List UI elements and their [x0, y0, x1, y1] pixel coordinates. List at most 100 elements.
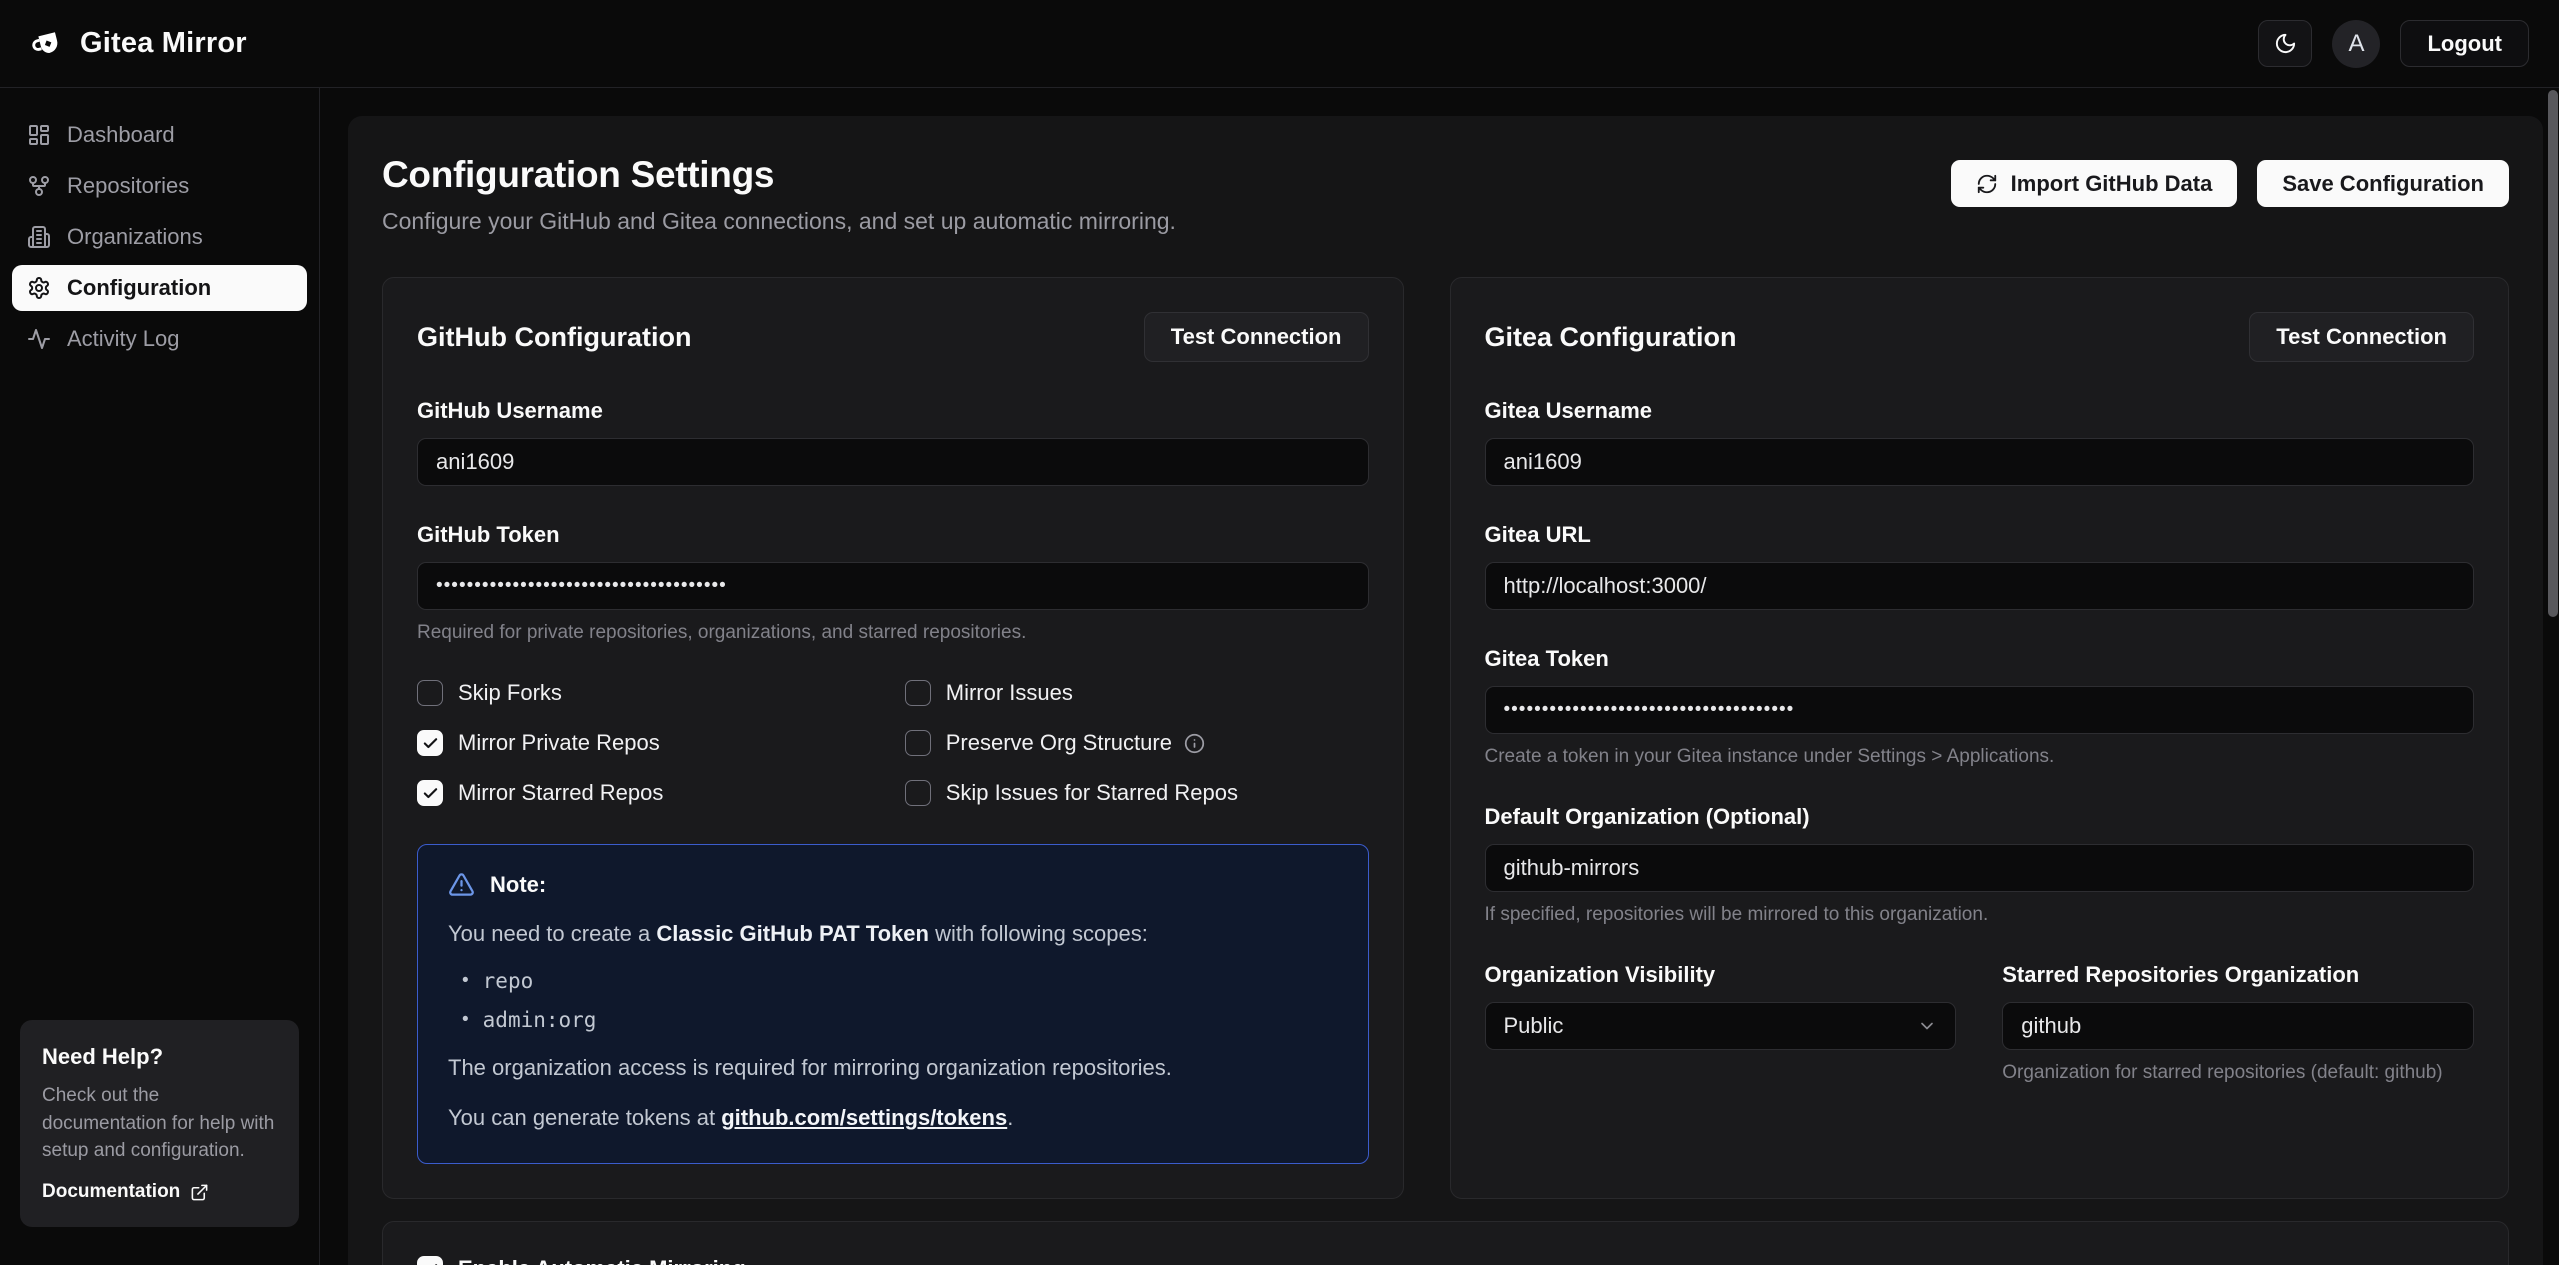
gitea-username-input[interactable]	[1485, 438, 2475, 486]
checkbox-box	[905, 730, 931, 756]
check-icon	[422, 1261, 439, 1265]
gitea-url-label: Gitea URL	[1485, 522, 2475, 548]
gitea-test-connection-button[interactable]: Test Connection	[2249, 312, 2474, 362]
gitea-url-input[interactable]	[1485, 562, 2475, 610]
help-title: Need Help?	[42, 1044, 277, 1070]
check-icon	[422, 785, 439, 802]
github-username-input[interactable]	[417, 438, 1369, 486]
top-bar: Gitea Mirror A Logout	[0, 0, 2559, 88]
sidebar-item-configuration[interactable]: Configuration	[12, 265, 307, 311]
vertical-scrollbar[interactable]	[2548, 90, 2558, 617]
sidebar-item-label: Configuration	[67, 275, 211, 301]
checkbox-mirror-starred-repos[interactable]: Mirror Starred Repos	[417, 780, 881, 806]
sidebar-item-repositories[interactable]: Repositories	[12, 163, 307, 209]
enable-automatic-mirroring-checkbox[interactable]: Enable Automatic Mirroring	[417, 1256, 2474, 1265]
theme-toggle-button[interactable]	[2258, 20, 2312, 67]
need-help-card: Need Help? Check out the documentation f…	[20, 1020, 299, 1227]
github-token-help: Required for private repositories, organ…	[417, 622, 1369, 644]
checkbox-skip-forks[interactable]: Skip Forks	[417, 680, 881, 706]
gitea-configuration-card: Gitea Configuration Test Connection Gite…	[1450, 277, 2510, 1199]
github-username-label: GitHub Username	[417, 398, 1369, 424]
sidebar: Dashboard Repositories Organizations Con…	[0, 88, 320, 1265]
checkbox-skip-issues-for-starred-repos[interactable]: Skip Issues for Starred Repos	[905, 780, 1369, 806]
gitea-token-help: Create a token in your Gitea instance un…	[1485, 746, 2475, 768]
help-body: Check out the documentation for help wit…	[42, 1082, 277, 1165]
sidebar-item-label: Repositories	[67, 173, 189, 199]
checkbox-mirror-issues[interactable]: Mirror Issues	[905, 680, 1369, 706]
gitea-token-input[interactable]	[1485, 686, 2475, 734]
gitea-token-label: Gitea Token	[1485, 646, 2475, 672]
organization-visibility-label: Organization Visibility	[1485, 962, 1957, 988]
default-organization-help: If specified, repositories will be mirro…	[1485, 904, 2475, 926]
checkbox-box	[417, 680, 443, 706]
external-link-icon	[190, 1183, 209, 1202]
note-title: Note:	[490, 872, 546, 898]
checkbox-mirror-private-repos[interactable]: Mirror Private Repos	[417, 730, 881, 756]
info-icon[interactable]	[1184, 733, 1205, 754]
page-subtitle: Configure your GitHub and Gitea connecti…	[382, 208, 1176, 235]
note-scope-item: •repo	[462, 969, 1338, 993]
sidebar-item-dashboard[interactable]: Dashboard	[12, 112, 307, 158]
moon-icon	[2274, 32, 2297, 55]
automatic-mirroring-card: Enable Automatic Mirroring Mirroring Int…	[382, 1221, 2509, 1265]
tokens-link[interactable]: github.com/settings/tokens	[721, 1105, 1007, 1130]
refresh-icon	[1976, 173, 1998, 195]
documentation-link-label: Documentation	[42, 1181, 180, 1203]
activity-icon	[27, 327, 51, 351]
building-icon	[27, 225, 51, 249]
github-configuration-card: GitHub Configuration Test Connection Git…	[382, 277, 1404, 1199]
pat-token-note: Note: You need to create a Classic GitHu…	[417, 844, 1369, 1164]
default-organization-label: Default Organization (Optional)	[1485, 804, 2475, 830]
note-scope-item: •admin:org	[462, 1008, 1338, 1032]
github-test-connection-button[interactable]: Test Connection	[1144, 312, 1369, 362]
checkbox-box	[417, 730, 443, 756]
sidebar-item-organizations[interactable]: Organizations	[12, 214, 307, 260]
chevron-down-icon	[1917, 1016, 1937, 1036]
github-options: Skip Forks Mirror Private Repos	[417, 680, 1369, 806]
note-intro: You need to create a Classic GitHub PAT …	[448, 919, 1338, 949]
organization-visibility-select[interactable]: Public	[1485, 1002, 1957, 1050]
organization-visibility-value: Public	[1504, 1013, 1564, 1039]
content-panel: Configuration Settings Configure your Gi…	[348, 116, 2543, 1265]
enable-automatic-mirroring-label: Enable Automatic Mirroring	[458, 1256, 746, 1265]
default-organization-input[interactable]	[1485, 844, 2475, 892]
starred-repositories-organization-input[interactable]	[2002, 1002, 2474, 1050]
checkbox-box	[905, 780, 931, 806]
github-token-input[interactable]	[417, 562, 1369, 610]
avatar-letter: A	[2348, 30, 2364, 58]
gitea-logo-icon	[30, 26, 66, 62]
checkbox-box	[905, 680, 931, 706]
gitea-username-label: Gitea Username	[1485, 398, 2475, 424]
import-github-data-button[interactable]: Import GitHub Data	[1951, 160, 2238, 207]
check-icon	[422, 735, 439, 752]
save-configuration-button[interactable]: Save Configuration	[2257, 160, 2509, 207]
note-scope-list: •repo •admin:org	[462, 969, 1338, 1032]
checkbox-preserve-org-structure[interactable]: Preserve Org Structure	[905, 730, 1369, 756]
avatar[interactable]: A	[2332, 20, 2380, 68]
note-line2: The organization access is required for …	[448, 1053, 1338, 1083]
github-token-label: GitHub Token	[417, 522, 1369, 548]
documentation-link[interactable]: Documentation	[42, 1181, 277, 1203]
logout-button[interactable]: Logout	[2400, 20, 2529, 67]
page-title: Configuration Settings	[382, 154, 1176, 196]
sidebar-item-label: Activity Log	[67, 326, 180, 352]
starred-repositories-organization-help: Organization for starred repositories (d…	[2002, 1062, 2474, 1084]
main-area: Configuration Settings Configure your Gi…	[320, 88, 2559, 1265]
github-card-title: GitHub Configuration	[417, 322, 691, 353]
sidebar-item-label: Organizations	[67, 224, 203, 250]
brand: Gitea Mirror	[30, 26, 247, 62]
alert-triangle-icon	[448, 871, 475, 898]
checkbox-box	[417, 780, 443, 806]
top-actions: A Logout	[2258, 20, 2529, 68]
import-button-label: Import GitHub Data	[2011, 171, 2213, 197]
dashboard-icon	[27, 123, 51, 147]
gitea-card-title: Gitea Configuration	[1485, 322, 1737, 353]
sidebar-item-label: Dashboard	[67, 122, 175, 148]
sidebar-item-activity-log[interactable]: Activity Log	[12, 316, 307, 362]
starred-repositories-organization-label: Starred Repositories Organization	[2002, 962, 2474, 988]
app-title: Gitea Mirror	[80, 27, 247, 60]
checkbox-box	[417, 1256, 443, 1265]
gear-icon	[27, 276, 51, 300]
git-fork-icon	[27, 174, 51, 198]
note-line3: You can generate tokens at github.com/se…	[448, 1103, 1338, 1133]
